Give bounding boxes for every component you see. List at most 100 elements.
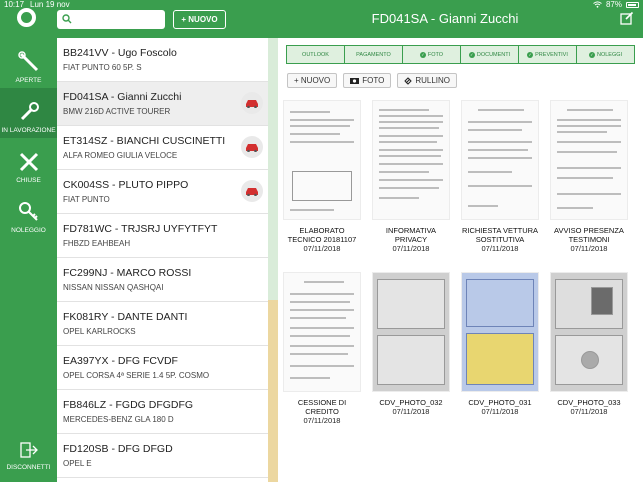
document-name: CDV_PHOTO_031: [468, 398, 532, 407]
edit-icon[interactable]: [620, 11, 634, 25]
battery-icon: [626, 1, 639, 8]
list-item-subtitle: MERCEDES-BENZ GLA 180 D: [63, 415, 174, 424]
document-card[interactable]: CESSIONE DI CREDITO 07/11/2018: [282, 272, 362, 425]
document-thumbnail: [283, 100, 361, 220]
photo-button[interactable]: FOTO: [343, 73, 392, 88]
sidebar: APERTE IN LAVORAZIONE CHIUSE NOLEGGIO DI…: [0, 38, 57, 482]
key-icon: [18, 202, 38, 221]
document-date: 07/11/2018: [570, 407, 608, 416]
sidebar-item-chiuse[interactable]: CHIUSE: [0, 138, 57, 188]
tools-icon: [17, 51, 38, 72]
car-icon[interactable]: [241, 92, 263, 114]
list-item-title: FK081RY - DANTE DANTI: [63, 311, 188, 323]
split-divider[interactable]: [268, 38, 278, 482]
page-title: FD041SA - Gianni Zucchi: [371, 11, 519, 26]
list-item[interactable]: ET314SZ - BIANCHI CUSCINETTI ALFA ROMEO …: [57, 126, 268, 170]
sidebar-item-label: IN LAVORAZIONE: [1, 127, 56, 134]
search-input[interactable]: [57, 10, 165, 29]
list-item[interactable]: FD781WC - TRJSRJ UYFYTFYT FHBZD EAHBEAH: [57, 214, 268, 258]
new-document-label: + NUOVO: [294, 76, 331, 85]
document-card[interactable]: CDV_PHOTO_032 07/11/2018: [371, 272, 451, 416]
sidebar-item-label: NOLEGGIO: [11, 227, 46, 234]
tab-label: FOTO: [427, 51, 444, 58]
list-item[interactable]: FD120SB - DFG DFGD OPEL E: [57, 434, 268, 478]
car-icon[interactable]: [241, 180, 263, 202]
check-icon: ✓: [588, 51, 595, 58]
status-tabs: OUTLOOK PAGAMENTO ✓ FOTO ✓ DOCUMENTI ✓ PREV…: [286, 45, 635, 64]
document-card[interactable]: ELABORATO TECNICO 20181107 07/11/2018: [282, 100, 362, 253]
new-document-button[interactable]: + NUOVO: [287, 73, 338, 88]
camera-icon: [350, 78, 360, 84]
list-item-title: CK004SS - PLUTO PIPPO: [63, 179, 189, 191]
document-card[interactable]: INFORMATIVA PRIVACY 07/11/2018: [371, 100, 451, 253]
sidebar-item-aperte[interactable]: APERTE: [0, 38, 57, 88]
detail-pane: OUTLOOK PAGAMENTO ✓ FOTO ✓ DOCUMENTI ✓ PREV…: [278, 38, 643, 482]
list-item[interactable]: BB241VV - Ugo Foscolo FIAT PUNTO 60 5P. …: [57, 38, 268, 82]
tab-preventivi[interactable]: ✓ PREVENTIVI: [519, 46, 577, 63]
status-date: Lun 19 nov: [30, 0, 70, 9]
list-item-subtitle: OPEL E: [63, 459, 92, 468]
document-card[interactable]: RICHIESTA VETTURA SOSTITUTIVA 07/11/2018: [460, 100, 540, 253]
list-item[interactable]: FC299NJ - MARCO ROSSI NISSAN NISSAN QASH…: [57, 258, 268, 302]
list-item[interactable]: EA397YX - DFG FCVDF OPEL CORSA 4ª SERIE …: [57, 346, 268, 390]
sidebar-item-noleggio[interactable]: NOLEGGIO: [0, 188, 57, 238]
document-card[interactable]: CDV_PHOTO_033 07/11/2018: [549, 272, 629, 416]
practice-list: BB241VV - Ugo Foscolo FIAT PUNTO 60 5P. …: [57, 38, 268, 482]
new-practice-button[interactable]: + NUOVO: [173, 10, 226, 29]
tab-label: PREVENTIVI: [535, 51, 568, 58]
list-item[interactable]: FD041SA - Gianni Zucchi BMW 216D ACTIVE …: [57, 82, 268, 126]
list-item-subtitle: FIAT PUNTO 60 5P. S: [63, 63, 142, 72]
tab-outlook[interactable]: OUTLOOK: [287, 46, 345, 63]
roll-label: RULLINO: [415, 76, 450, 85]
logout-button[interactable]: DISCONNETTI: [0, 442, 57, 471]
list-item-subtitle: NISSAN NISSAN QASHQAI: [63, 283, 164, 292]
roll-button[interactable]: RULLINO: [397, 73, 457, 88]
list-item-subtitle: FHBZD EAHBEAH: [63, 239, 131, 248]
tab-documenti[interactable]: ✓ DOCUMENTI: [461, 46, 519, 63]
document-card[interactable]: CDV_PHOTO_031 07/11/2018: [460, 272, 540, 416]
list-item[interactable]: FK081RY - DANTE DANTI OPEL KARLROCKS: [57, 302, 268, 346]
document-name: CDV_PHOTO_033: [557, 398, 621, 407]
list-item-title: ET314SZ - BIANCHI CUSCINETTI: [63, 135, 226, 147]
document-card[interactable]: AVVISO PRESENZA TESTIMONI 07/11/2018: [549, 100, 629, 253]
list-item-subtitle: OPEL CORSA 4ª SERIE 1.4 5P. COSMO: [63, 371, 210, 380]
check-icon: ✓: [527, 51, 534, 58]
check-icon: ✓: [419, 51, 426, 58]
tab-label: DOCUMENTI: [476, 51, 511, 58]
list-item-title: FD120SB - DFG DFGD: [63, 443, 173, 455]
tab-label: PAGAMENTO: [356, 51, 391, 58]
document-thumbnail: [372, 272, 450, 392]
status-right: 87%: [593, 0, 639, 9]
list-item-subtitle: ALFA ROMEO GIULIA VELOCE: [63, 151, 178, 160]
document-thumbnail: [372, 100, 450, 220]
document-date: 07/11/2018: [392, 407, 430, 416]
crossed-tools-icon: [19, 152, 38, 172]
battery-percent: 87%: [605, 0, 622, 9]
list-item-title: FC299NJ - MARCO ROSSI: [63, 267, 192, 279]
tab-pagamento[interactable]: PAGAMENTO: [345, 46, 403, 63]
list-item-title: FD041SA - Gianni Zucchi: [63, 91, 182, 103]
app-logo: [17, 8, 36, 27]
wifi-icon: [593, 1, 602, 8]
document-actions: + NUOVO FOTO RULLINO: [287, 73, 457, 88]
list-item-title: FB846LZ - FGDG DFGDFG: [63, 399, 194, 411]
check-icon: ✓: [468, 51, 475, 58]
sidebar-item-in-lavorazione[interactable]: IN LAVORAZIONE: [0, 88, 57, 138]
tab-noleggi[interactable]: ✓ NOLEGGI: [577, 46, 634, 63]
list-item[interactable]: FB846LZ - FGDG DFGDFG MERCEDES-BENZ GLA …: [57, 390, 268, 434]
status-bar: 10:17 Lun 19 nov 87%: [0, 0, 643, 10]
document-date: 07/11/2018: [303, 416, 341, 425]
tab-label: OUTLOOK: [302, 51, 329, 58]
logout-icon: [19, 442, 38, 458]
tab-foto[interactable]: ✓ FOTO: [403, 46, 461, 63]
document-name: AVVISO PRESENZA TESTIMONI: [554, 226, 624, 244]
document-name: RICHIESTA VETTURA SOSTITUTIVA: [461, 226, 539, 244]
car-icon[interactable]: [241, 136, 263, 158]
list-item[interactable]: CK004SS - PLUTO PIPPO FIAT PUNTO: [57, 170, 268, 214]
document-name: ELABORATO TECNICO 20181107: [287, 226, 357, 244]
list-item-subtitle: BMW 216D ACTIVE TOURER: [63, 107, 171, 116]
document-date: 07/11/2018: [481, 407, 519, 416]
list-item-subtitle: FIAT PUNTO: [63, 195, 110, 204]
document-thumbnail: [461, 272, 539, 392]
wrench-icon: [20, 102, 39, 121]
